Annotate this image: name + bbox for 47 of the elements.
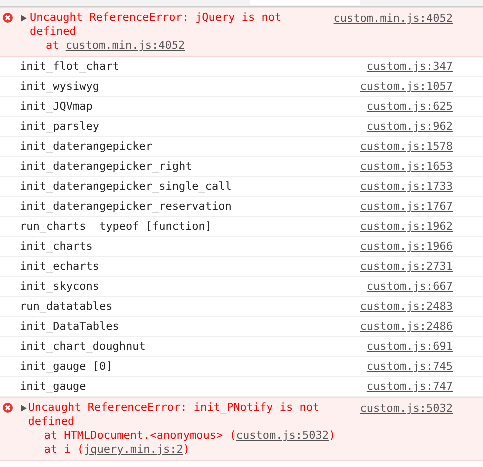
source-link[interactable]: custom.js:1057 bbox=[333, 80, 453, 93]
source-link[interactable]: custom.js:625 bbox=[333, 100, 453, 113]
source-link[interactable]: custom.js:962 bbox=[333, 120, 453, 133]
log-message: init_wysiwyg bbox=[20, 80, 100, 93]
log-message: init_daterangepicker bbox=[20, 140, 154, 153]
source-link[interactable]: custom.js:691 bbox=[333, 340, 453, 353]
stack-frame: at HTMLDocument.<anonymous> (custom.js:5032) bbox=[28, 429, 336, 443]
source-link[interactable]: custom.js:1578 bbox=[333, 140, 453, 153]
source-link[interactable]: custom.min.js:4052 bbox=[66, 39, 186, 52]
source-link[interactable]: custom.js:2731 bbox=[333, 260, 453, 273]
source-link[interactable]: custom.js:1962 bbox=[333, 220, 453, 233]
log-message: run_datatables bbox=[20, 300, 114, 313]
source-link[interactable]: custom.js:745 bbox=[333, 360, 453, 373]
source-link[interactable]: custom.js:747 bbox=[333, 380, 453, 393]
expand-triangle-icon[interactable] bbox=[21, 405, 27, 412]
expand-triangle-icon[interactable] bbox=[21, 15, 27, 22]
log-message: init_JQVmap bbox=[20, 100, 94, 113]
source-link[interactable]: custom.js:2483 bbox=[333, 300, 453, 313]
filter-field[interactable] bbox=[250, 0, 360, 5]
source-link[interactable]: custom.js:2486 bbox=[333, 320, 453, 333]
error-icon bbox=[3, 403, 13, 413]
log-message: init_flot_chart bbox=[20, 60, 120, 73]
source-link[interactable]: custom.js:667 bbox=[333, 280, 453, 293]
source-link[interactable]: custom.js:1733 bbox=[333, 180, 453, 193]
log-message: init_gauge bbox=[20, 380, 88, 393]
log-message: run_charts typeof [function] bbox=[20, 220, 214, 233]
stack-frame: at i (jquery.min.js:2) bbox=[28, 443, 336, 457]
log-message: init_parsley bbox=[20, 120, 100, 133]
log-message: init_daterangepicker_reservation bbox=[20, 200, 233, 213]
source-link[interactable]: custom.js:1653 bbox=[333, 160, 453, 173]
log-message: init_daterangepicker_right bbox=[20, 160, 194, 173]
log-message: init_echarts bbox=[20, 260, 100, 273]
log-message: init_gauge [0] bbox=[20, 360, 114, 373]
error-icon bbox=[3, 13, 13, 23]
source-link[interactable]: jquery.min.js:2 bbox=[84, 443, 184, 456]
log-message: init_chart_doughnut bbox=[20, 340, 147, 353]
source-link[interactable]: custom.js:1767 bbox=[333, 200, 453, 213]
source-link[interactable]: custom.min.js:4052 bbox=[333, 11, 453, 53]
log-message: init_charts bbox=[20, 240, 94, 253]
stack-frame: at custom.min.js:4052 bbox=[30, 39, 328, 53]
source-link[interactable]: custom.js:1966 bbox=[333, 240, 453, 253]
log-message: init_daterangepicker_single_call bbox=[20, 180, 233, 193]
source-link[interactable]: custom.js:5032 bbox=[340, 401, 453, 457]
log-message: init_skycons bbox=[20, 280, 100, 293]
log-message: init_DataTables bbox=[20, 320, 120, 333]
source-link[interactable]: custom.js:5032 bbox=[236, 429, 330, 442]
source-link[interactable]: custom.js:347 bbox=[333, 60, 453, 73]
